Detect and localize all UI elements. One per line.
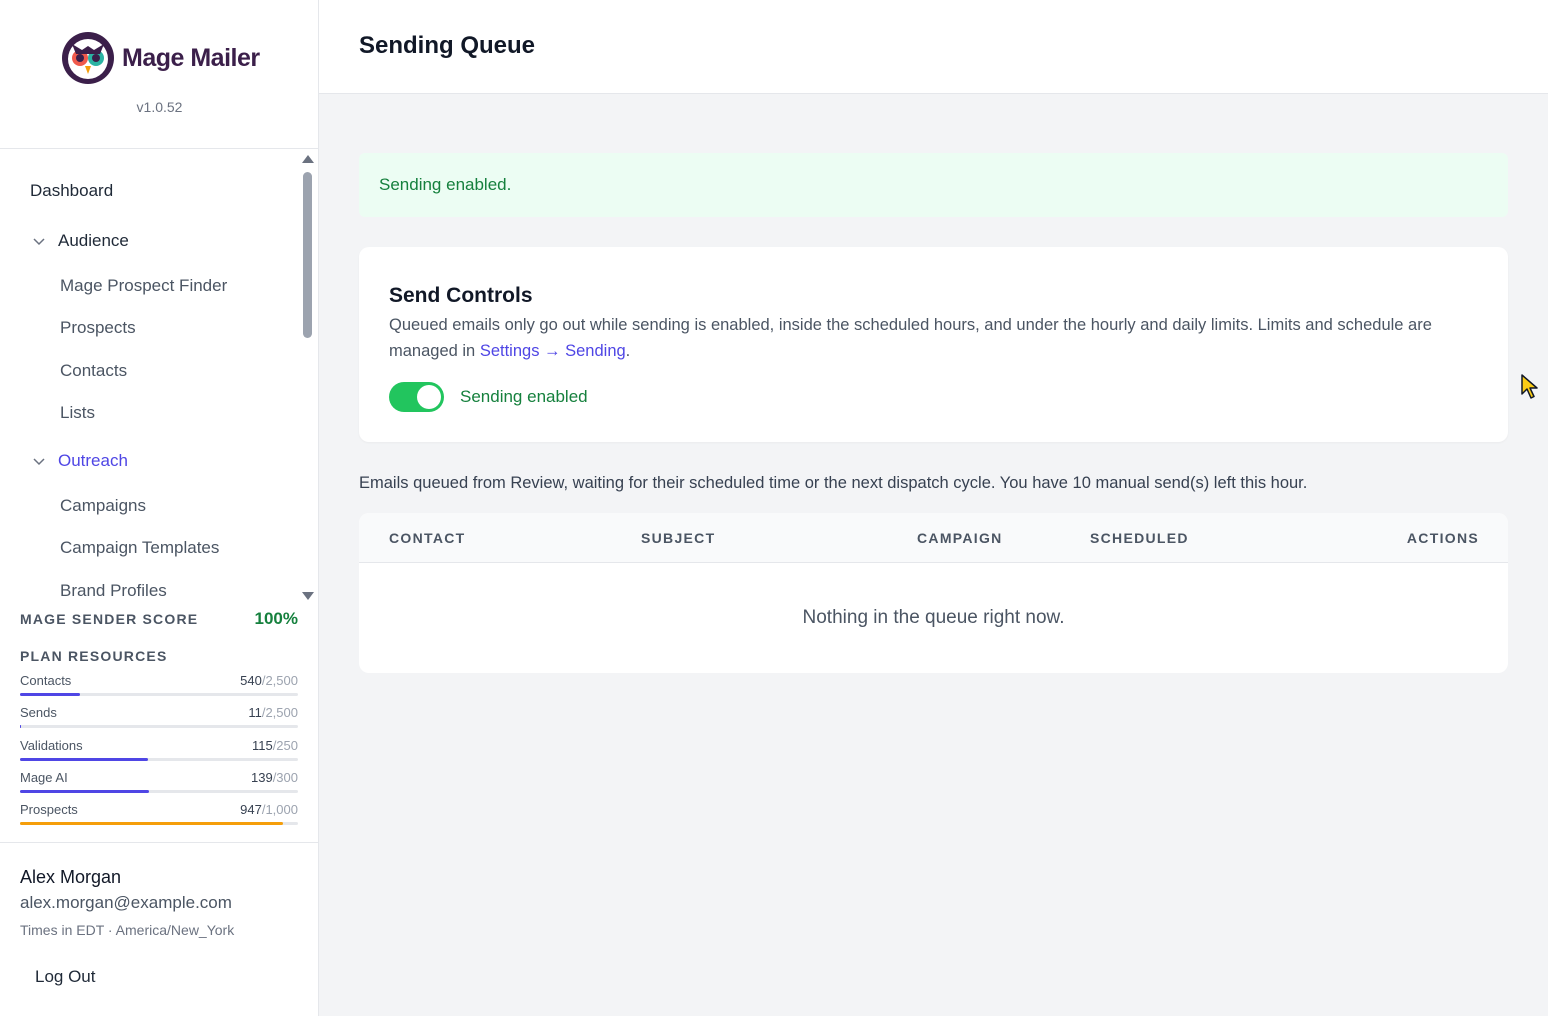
resource-progress-track [20, 693, 298, 696]
user-email: alex.morgan@example.com [20, 893, 232, 912]
top-bar: Sending Queue [319, 0, 1548, 94]
resource-progress-track [20, 758, 298, 761]
brand-header: Mage Mailer v1.0.52 [0, 0, 318, 149]
sidebar-group-outreach[interactable]: Outreach [32, 451, 128, 471]
sidebar-item-campaign-templates[interactable]: Campaign Templates [60, 538, 219, 558]
resource-mage-ai: Mage AI 139/300 [20, 770, 298, 793]
resource-used: 139 [250, 770, 273, 785]
resource-name: Contacts [20, 673, 72, 688]
resource-total: /1,000 [261, 802, 298, 817]
sender-score-value: 100% [254, 609, 298, 628]
empty-state-message: Nothing in the queue right now. [802, 607, 1065, 628]
app-version: v1.0.52 [136, 99, 183, 115]
resource-progress-fill [20, 725, 22, 728]
sidebar-scrollbar[interactable] [300, 152, 316, 602]
resource-contacts: Contacts 540/2,500 [20, 673, 298, 696]
toggle-knob [417, 385, 441, 409]
user-name: Alex Morgan [20, 867, 122, 887]
resource-name: Prospects [20, 802, 78, 817]
brand-name: Mage Mailer [122, 43, 260, 72]
column-header-contact: CONTACT [389, 530, 466, 546]
sending-toggle-row: Sending enabled [389, 382, 588, 412]
logo[interactable]: Mage Mailer [60, 30, 260, 86]
resource-progress-fill [20, 758, 148, 761]
resource-progress-track [20, 822, 298, 825]
resource-used: 11 [248, 705, 262, 720]
settings-sending-link[interactable]: Settings → Sending [480, 342, 626, 360]
sender-score: MAGE SENDER SCORE 100% [20, 609, 298, 629]
chevron-down-icon [33, 238, 45, 246]
resource-used: 947 [240, 802, 262, 817]
sidebar-item-dashboard[interactable]: Dashboard [30, 181, 113, 201]
sidebar-item-lists[interactable]: Lists [60, 403, 95, 423]
plan-resources-label: PLAN RESOURCES [20, 648, 168, 664]
resource-progress-fill [20, 693, 81, 696]
resource-used: 540 [240, 673, 262, 688]
table-header: CONTACT SUBJECT CAMPAIGN SCHEDULED ACTIO… [359, 513, 1508, 563]
sidebar-item-contacts[interactable]: Contacts [60, 361, 127, 381]
owl-logo-icon [62, 32, 114, 84]
sidebar-item-prospects[interactable]: Prospects [60, 318, 136, 338]
column-header-actions: ACTIONS [1406, 530, 1479, 546]
app-window: Mage Mailer v1.0.52 Dashboard Audience M… [0, 0, 1548, 1016]
queue-table: CONTACT SUBJECT CAMPAIGN SCHEDULED ACTIO… [359, 513, 1508, 673]
resource-total: /2,500 [261, 673, 298, 688]
column-header-subject: SUBJECT [641, 530, 716, 546]
success-alert: Sending enabled. [359, 153, 1508, 217]
sidebar-item-mage-prospect-finder[interactable]: Mage Prospect Finder [60, 276, 227, 296]
page-title: Sending Queue [359, 32, 536, 59]
user-timezone: Times in EDT · America/New_York [20, 922, 235, 938]
resource-total: /2,500 [261, 705, 298, 720]
sidebar-group-label: Outreach [58, 451, 128, 470]
column-header-scheduled: SCHEDULED [1090, 530, 1189, 546]
sidebar-group-audience[interactable]: Audience [32, 231, 129, 251]
mouse-pointer-icon [1521, 374, 1538, 399]
sidebar-group-label: Audience [58, 231, 129, 250]
send-controls-description: Queued emails only go out while sending … [389, 312, 1479, 364]
chevron-down-icon [33, 458, 45, 466]
resource-progress-fill [20, 790, 149, 793]
resource-name: Validations [20, 738, 83, 753]
resource-total: /250 [272, 738, 298, 753]
scrollbar-thumb[interactable] [303, 172, 312, 338]
scroll-up-arrow-icon[interactable] [302, 155, 314, 163]
sidebar-item-brand-profiles[interactable]: Brand Profiles [60, 581, 167, 601]
resource-prospects: Prospects 947/1,000 [20, 802, 298, 825]
resource-progress-fill [20, 822, 284, 825]
sidebar-nav: Dashboard Audience Mage Prospect Finder … [0, 150, 319, 605]
logout-button[interactable]: Log Out [35, 967, 96, 987]
main-content: Sending Queue Sending enabled. Send Cont… [319, 0, 1548, 1016]
scroll-down-arrow-icon[interactable] [302, 592, 314, 600]
sending-toggle-label: Sending enabled [460, 387, 588, 406]
resource-name: Sends [20, 705, 57, 720]
sidebar-item-campaigns[interactable]: Campaigns [60, 496, 146, 516]
column-header-campaign: CAMPAIGN [917, 530, 1003, 546]
sender-score-label: MAGE SENDER SCORE [20, 611, 199, 627]
resource-sends: Sends 11/2,500 [20, 705, 298, 728]
resource-name: Mage AI [20, 770, 68, 785]
send-controls-title: Send Controls [389, 284, 533, 307]
resource-progress-track [20, 790, 298, 793]
description-suffix: . [625, 342, 631, 360]
queue-description: Emails queued from Review, waiting for t… [359, 474, 1308, 492]
resource-used: 115 [251, 738, 273, 753]
resource-progress-track [20, 725, 298, 728]
user-panel: Alex Morgan alex.morgan@example.com Time… [0, 842, 319, 1016]
send-controls-card: Send Controls Queued emails only go out … [359, 247, 1508, 442]
resource-validations: Validations 115/250 [20, 738, 298, 761]
sidebar: Mage Mailer v1.0.52 Dashboard Audience M… [0, 0, 319, 1016]
resource-total: /300 [272, 770, 298, 785]
sending-toggle[interactable] [389, 382, 444, 412]
